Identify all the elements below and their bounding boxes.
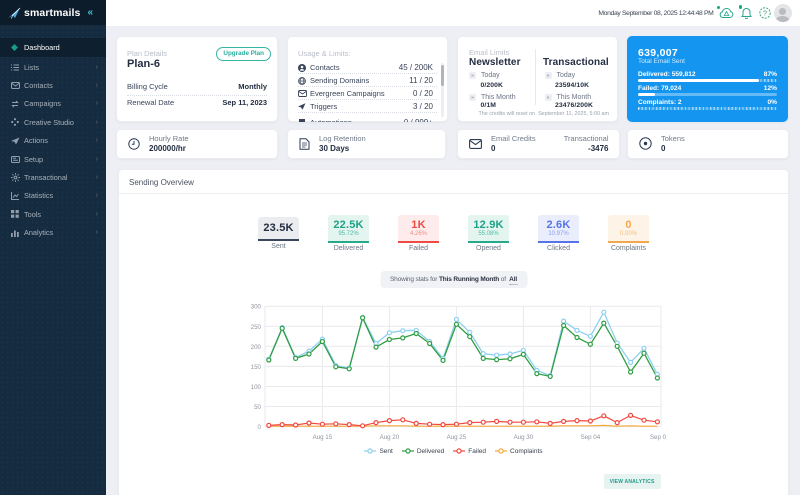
svg-text:250: 250 <box>251 324 262 331</box>
svg-text:Aug 15: Aug 15 <box>313 434 333 441</box>
svg-text:300: 300 <box>251 304 262 311</box>
svg-text:100: 100 <box>251 384 262 391</box>
svg-text:Aug 25: Aug 25 <box>447 434 467 441</box>
svg-text:0: 0 <box>258 424 262 431</box>
svg-text:Sep 04: Sep 04 <box>581 434 601 441</box>
svg-text:Aug 20: Aug 20 <box>380 434 400 441</box>
svg-text:Aug 30: Aug 30 <box>514 434 534 441</box>
svg-text:150: 150 <box>251 364 262 371</box>
svg-text:200: 200 <box>251 344 262 351</box>
svg-text:Sep 0: Sep 0 <box>650 434 667 441</box>
svg-text:?: ? <box>763 10 767 17</box>
svg-text:50: 50 <box>254 404 261 411</box>
